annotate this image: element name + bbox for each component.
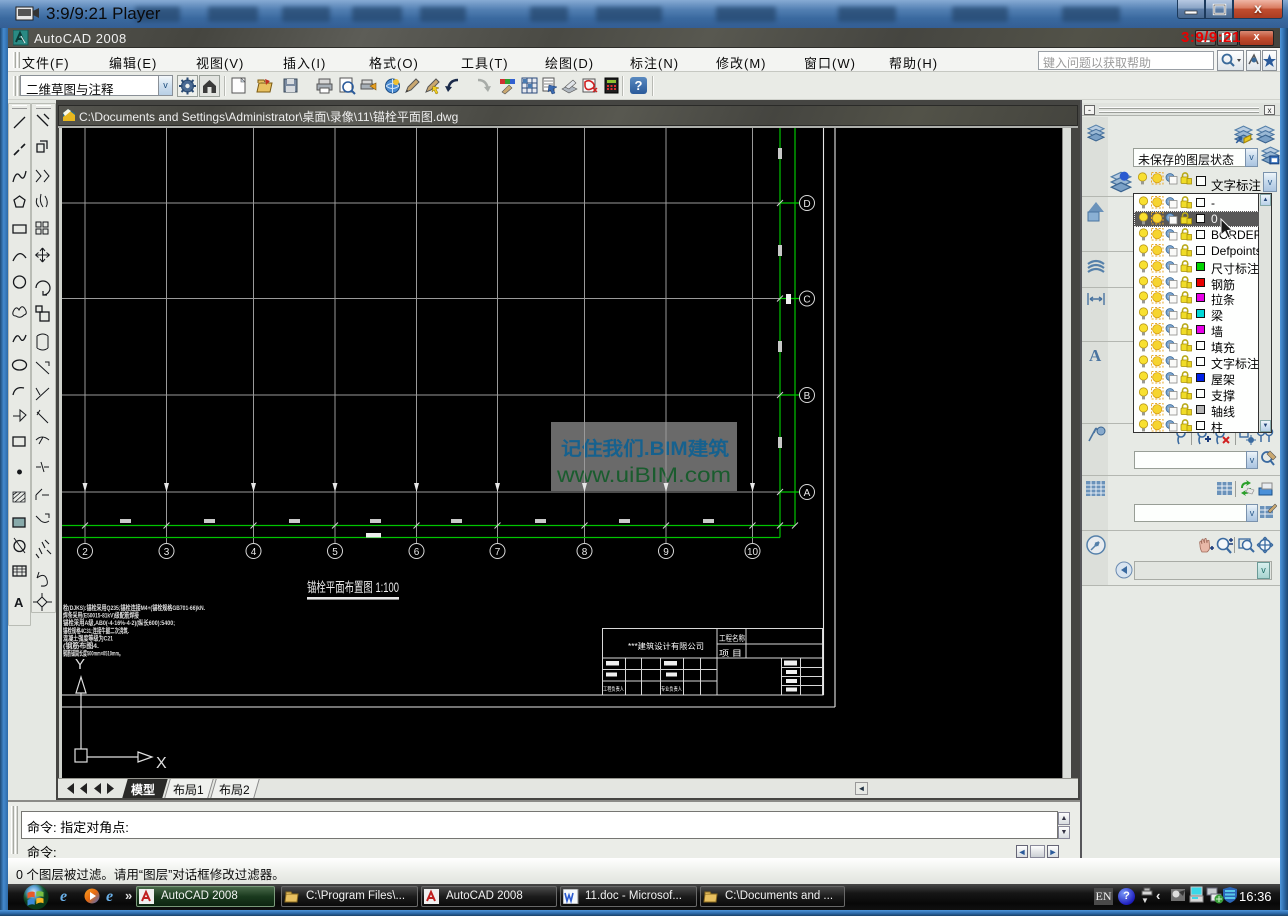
svg-text:Y: Y bbox=[75, 656, 85, 673]
svg-text:锚栓采用A级,AB0(-4-16%-4-2)(纵长600):: 锚栓采用A级,AB0(-4-16%-4-2)(纵长600):5400; bbox=[63, 618, 175, 627]
svg-text:工程名称: 工程名称 bbox=[719, 633, 745, 643]
svg-text:A: A bbox=[14, 595, 24, 610]
svg-text:A: A bbox=[804, 488, 811, 499]
svg-text:8: 8 bbox=[582, 547, 588, 558]
svg-text:锚栓平面布置图 1:100: 锚栓平面布置图 1:100 bbox=[307, 580, 399, 595]
svg-text:***建筑设计有限公司: ***建筑设计有限公司 bbox=[628, 641, 704, 651]
svg-text:D: D bbox=[803, 199, 810, 210]
svg-text:10: 10 bbox=[747, 547, 759, 558]
svg-text:工程负责人: 工程负责人 bbox=[603, 685, 624, 693]
svg-text:焊条采用(E50015-81kV)级配筋焊接: 焊条采用(E50015-81kV)级配筋焊接 bbox=[63, 611, 139, 620]
svg-text:4: 4 bbox=[251, 547, 257, 558]
svg-text:栓(DJKS):锚栓采用Q235;锚栓连接M4+(锚栓规格G: 栓(DJKS):锚栓采用Q235;锚栓连接M4+(锚栓规格GB701-66)kN… bbox=[63, 603, 205, 612]
svg-text:记住我们.BIM建筑: 记住我们.BIM建筑 bbox=[561, 437, 729, 460]
svg-text:6: 6 bbox=[414, 547, 420, 558]
svg-text:X: X bbox=[156, 755, 167, 772]
svg-text:9: 9 bbox=[663, 547, 669, 558]
svg-text:C: C bbox=[803, 295, 810, 306]
svg-text:钢筋锚固长度500mm×0510mm。: 钢筋锚固长度500mm×0510mm。 bbox=[62, 649, 123, 658]
svg-text:混凝土强度等级为C21: 混凝土强度等级为C21 bbox=[63, 634, 113, 643]
svg-text:B: B bbox=[804, 391, 811, 402]
svg-text:7: 7 bbox=[495, 547, 501, 558]
svg-text:(钢筋布图4.: (钢筋布图4. bbox=[63, 641, 99, 650]
svg-text:5: 5 bbox=[332, 547, 338, 558]
svg-text:3: 3 bbox=[164, 547, 170, 558]
svg-text:专业负责人: 专业负责人 bbox=[661, 685, 682, 693]
svg-text:2: 2 bbox=[82, 547, 88, 558]
svg-text:www.uiBIM.com: www.uiBIM.com bbox=[556, 464, 731, 487]
svg-text:锚栓规格4C31;连接牛腿二次浇筑.: 锚栓规格4C31;连接牛腿二次浇筑. bbox=[63, 626, 129, 635]
svg-text:项 目: 项 目 bbox=[719, 649, 742, 658]
